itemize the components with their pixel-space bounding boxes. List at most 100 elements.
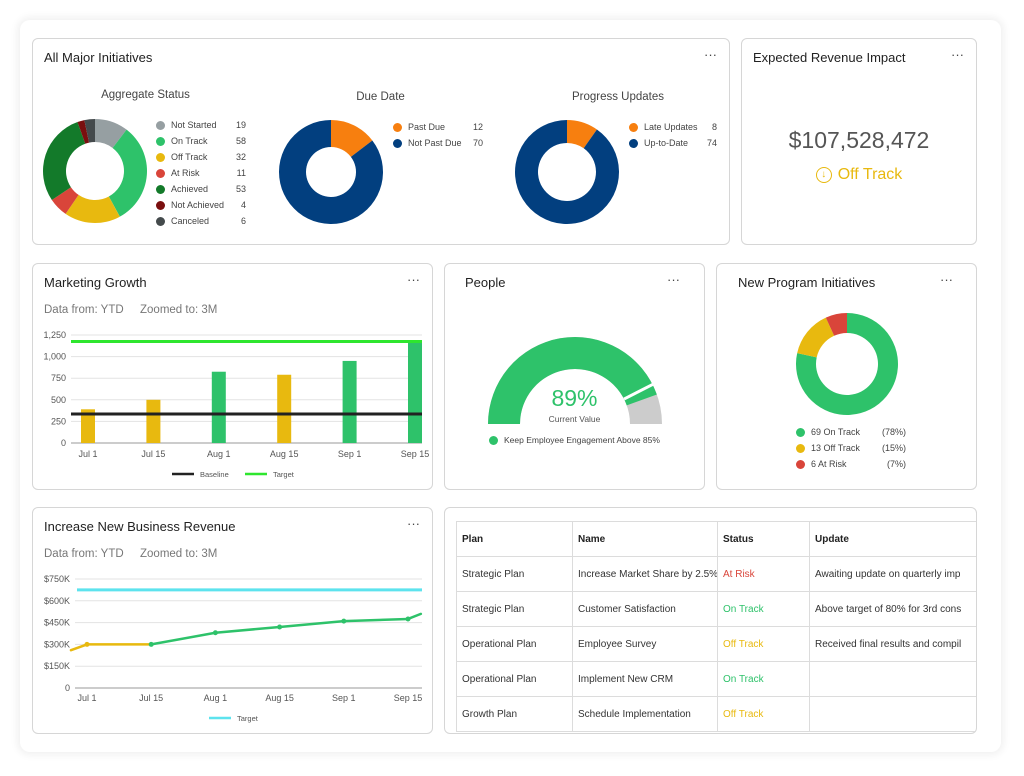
legend-value: 6 [240, 216, 246, 226]
legend-item[interactable]: Achieved 53 [156, 181, 246, 197]
legend-dot [156, 152, 165, 162]
legend-label: 69 On Track [811, 427, 861, 437]
column-header-status[interactable]: Status [717, 521, 810, 557]
line-segment [149, 631, 217, 646]
donut-slice-achieved [43, 122, 86, 201]
legend-item[interactable]: On Track 58 [156, 133, 246, 149]
data-point-jul-1 [84, 641, 90, 647]
table-row[interactable]: Operational Plan Implement New CRM On Trac… [456, 661, 976, 697]
legend-dot [156, 136, 165, 146]
legend-value: (15%) [881, 443, 906, 453]
legend-item[interactable]: Past Due 12 [393, 119, 483, 135]
cell-update: Awaiting update on quarterly imp [809, 556, 976, 592]
column-header-plan[interactable]: Plan [456, 521, 573, 557]
legend-value: (7%) [886, 459, 906, 469]
more-options-icon[interactable]: ··· [951, 48, 964, 62]
column-header-name[interactable]: Name [572, 521, 718, 557]
legend-value: 32 [235, 152, 246, 162]
gauge-value: 89% [551, 385, 598, 411]
all-major-initiatives-card: All Major Initiatives ··· Aggregate Stat… [32, 38, 730, 245]
table-row[interactable]: Strategic Plan Increase Market Share by 2… [456, 556, 976, 592]
legend-item[interactable]: Not Started 19 [156, 117, 246, 133]
x-tick-label: Jul 15 [139, 693, 163, 703]
cell-plan: Strategic Plan [456, 591, 573, 627]
cell-name: Customer Satisfaction [572, 591, 718, 627]
legend-item[interactable]: 6 At Risk (7%) [796, 456, 906, 472]
arrow-down-circle-icon: ↓ [815, 167, 832, 183]
legend-item[interactable]: Late Updates 8 [629, 119, 717, 135]
legend-label-baseline: Baseline [200, 470, 229, 479]
legend-item[interactable]: Off Track 32 [156, 149, 246, 165]
legend-value: 53 [235, 184, 246, 194]
cell-plan: Growth Plan [456, 696, 573, 732]
legend-item[interactable]: Not Achieved 4 [156, 197, 246, 213]
legend-value: 74 [706, 138, 717, 148]
legend-dot [156, 120, 165, 130]
legend-label: Up-to-Date [644, 138, 689, 148]
x-tick-label: Sep 15 [401, 449, 430, 459]
cell-update: Received final results and compil [809, 626, 976, 662]
data-point-aug-1 [212, 630, 218, 636]
legend-item[interactable]: Up-to-Date 74 [629, 135, 717, 151]
table-row[interactable]: Strategic Plan Customer Satisfaction On Tr… [456, 591, 976, 627]
cell-name: Employee Survey [572, 626, 718, 662]
cell-update: Above target of 80% for 3rd cons [809, 591, 976, 627]
cell-name: Increase Market Share by 2.5% [572, 556, 718, 592]
legend-dot [489, 435, 498, 445]
bar-aug-15 [277, 374, 292, 443]
revenue-status-label: Off Track [837, 166, 903, 183]
legend-item[interactable]: At Risk 11 [156, 165, 246, 181]
y-tick-label: 0 [65, 683, 70, 693]
y-tick-label: 750 [51, 373, 66, 383]
cell-status: Off Track [717, 696, 810, 732]
marketing-growth-card: Marketing Growth ··· Data from: YTD Zoom… [32, 263, 433, 490]
progress-updates-title: Progress Updates [571, 91, 665, 103]
table-header-row: Plan Name Status Update [456, 521, 976, 557]
legend-dot [156, 216, 165, 226]
legend-dot [156, 184, 165, 194]
cell-plan: Strategic Plan [456, 556, 573, 592]
line-segment [214, 625, 281, 635]
x-tick-label: Jul 1 [77, 693, 96, 703]
progress-updates-legend: Late Updates 8 Up-to-Date 74 [629, 119, 717, 151]
table-row[interactable]: Growth Plan Schedule Implementation Off Tr… [456, 696, 976, 732]
legend-value: 70 [472, 138, 483, 148]
legend-label: 6 At Risk [811, 459, 847, 469]
legend-label: 13 Off Track [811, 443, 860, 453]
gauge-legend-label: Keep Employee Engagement Above 85% [504, 435, 660, 445]
legend-label: On Track [171, 136, 208, 146]
table-row[interactable]: Operational Plan Employee Survey Off Track… [456, 626, 976, 662]
people-card: People ··· 89% Current Value Keep Employ… [444, 263, 705, 490]
legend-item[interactable]: Canceled 6 [156, 213, 246, 229]
bar-aug-1 [211, 371, 226, 443]
y-tick-label: 1,000 [43, 352, 66, 362]
legend-item[interactable]: Not Past Due 70 [393, 135, 483, 151]
legend-label: Achieved [171, 184, 209, 194]
y-tick-label: $750K [44, 574, 70, 584]
legend-dot [156, 200, 165, 210]
legend-label: Past Due [408, 122, 446, 132]
x-tick-label: Aug 15 [265, 693, 294, 703]
line-segment [278, 619, 346, 629]
legend-label: Not Past Due [408, 138, 462, 148]
data-point-aug-15 [277, 624, 283, 630]
x-tick-label: Sep 1 [338, 449, 362, 459]
new-program-legend: 69 On Track (78%) 13 Off Track (15%) 6 At Ri… [796, 424, 906, 472]
cell-plan: Operational Plan [456, 626, 573, 662]
legend-item[interactable]: 13 Off Track (15%) [796, 440, 906, 456]
legend-label: Off Track [171, 152, 208, 162]
data-point-sep-15 [405, 616, 411, 622]
legend-value: 11 [236, 168, 246, 178]
due-date-title: Due Date [356, 91, 405, 103]
bar-jul-15 [146, 399, 161, 443]
cell-plan: Operational Plan [456, 661, 573, 697]
line-segment [342, 617, 410, 623]
legend-label: Late Updates [644, 122, 698, 132]
revenue-status: ↓ Off Track [742, 166, 976, 184]
legend-item[interactable]: 69 On Track (78%) [796, 424, 906, 440]
gauge-legend: Keep Employee Engagement Above 85% [489, 435, 660, 445]
legend-label-target: Target [237, 714, 259, 723]
legend-value: 58 [235, 136, 246, 146]
column-header-update[interactable]: Update [809, 521, 976, 557]
x-tick-label: Aug 15 [270, 449, 299, 459]
